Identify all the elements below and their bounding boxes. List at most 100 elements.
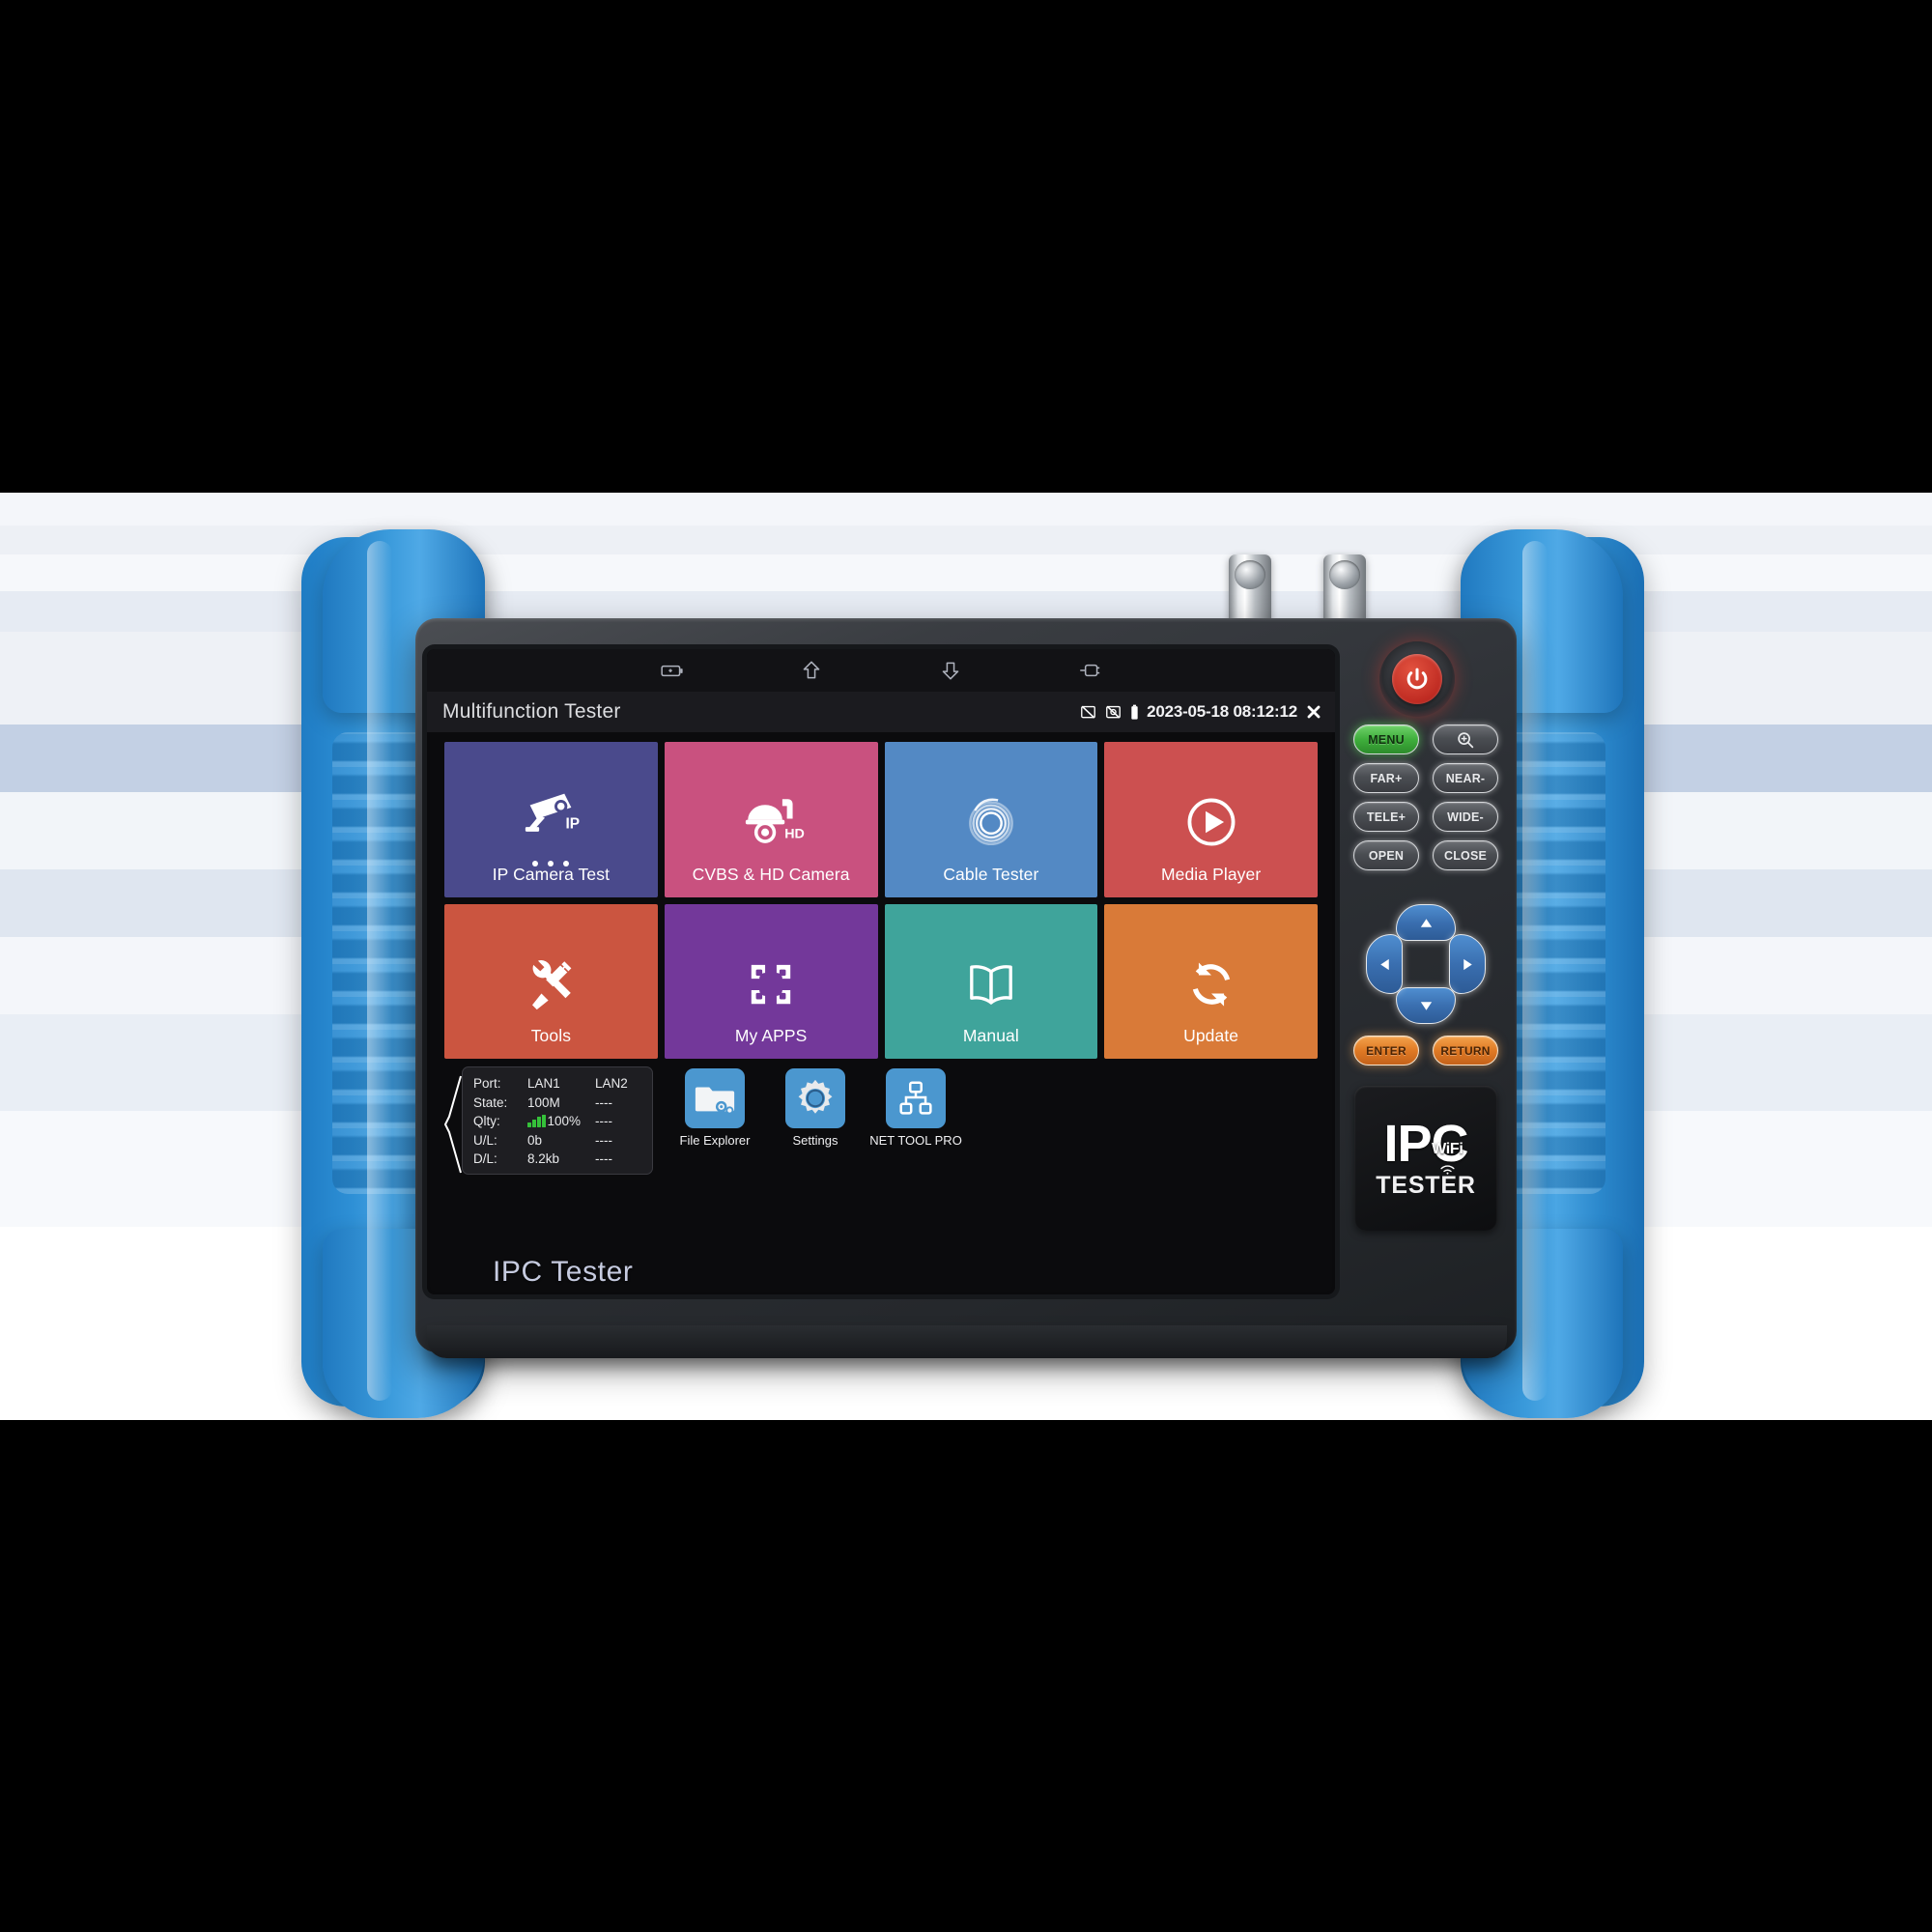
no-screenshot-icon [1104,703,1122,722]
backdrop-band [0,493,1932,526]
lan-row-lan1: 100% [527,1114,595,1128]
dome-camera-hd-icon: HD [734,785,808,859]
brand-logo-plate: IPC WiFi TESTER [1354,1086,1497,1231]
key-enter[interactable]: ENTER [1353,1036,1419,1065]
tile-label: Update [1183,1026,1239,1045]
tile-label: Media Player [1160,864,1262,884]
no-display-icon [1079,703,1097,722]
brace-bracket-icon [444,1074,464,1175]
tile-cable-tester[interactable]: Cable Tester [884,742,1098,897]
app-dock: File Explorer Settings NET TOOL PRO [674,1066,962,1148]
tile-tools[interactable]: Tools [444,903,658,1059]
connector-plug-icon[interactable] [1077,658,1102,683]
lan-row-lan1: 0b [527,1132,543,1148]
lan-row-lan2: ---- [595,1132,612,1148]
logo-tester-label: TESTER [1376,1171,1476,1199]
network-tree-icon [886,1068,946,1128]
key-zoom[interactable] [1433,724,1498,754]
dpad-down-button[interactable] [1396,987,1456,1024]
tile-ip-camera-test[interactable]: IP IP Camera Test [444,742,658,897]
back-down-arrow-icon[interactable] [938,658,963,683]
lan-row: Port: LAN1 LAN2 [473,1074,643,1094]
lan-quality-value: 100% [547,1114,582,1129]
bezel-brand-label: IPC Tester [493,1256,634,1288]
page-title: Multifunction Tester [442,700,621,723]
bnc-connector-2 [1323,554,1366,626]
signal-bars-icon [527,1114,546,1128]
backdrop-band [0,0,1932,493]
lan-row-lan1: 100M [527,1094,560,1110]
app-tile-grid: IP IP Camera Test HD CVBS & HD Camera Ca… [444,742,1318,1059]
lan-row-lan2: ---- [595,1114,612,1129]
folder-gears-icon [685,1068,745,1128]
key-far-plus[interactable]: FAR+ [1353,763,1419,793]
tile-media-player[interactable]: Media Player [1104,742,1318,897]
device-screen: Multifunction Tester 2023-05-18 08:12:12… [427,649,1335,1294]
dock-item-label: NET TOOL PRO [869,1133,962,1148]
key-open[interactable]: OPEN [1353,840,1419,870]
wifi-icon: WiFi [1432,1131,1463,1175]
tile-update[interactable]: Update [1104,903,1318,1059]
dpad-right-button[interactable] [1449,934,1486,994]
key-tele-plus[interactable]: TELE+ [1353,802,1419,832]
lan-status-panel: Port: LAN1 LAN2 State: 100M ---- Qlty: 1 [462,1066,653,1175]
lan-row-key: U/L: [473,1132,497,1148]
device-bottom-lip [427,1325,1507,1358]
zoom-in-icon [1455,729,1476,751]
play-circle-icon [1175,785,1248,859]
coiled-cable-icon [954,785,1028,859]
key-wide-minus[interactable]: WIDE- [1433,802,1498,832]
battery-icon[interactable] [660,658,685,683]
key-near-minus[interactable]: NEAR- [1433,763,1498,793]
key-return[interactable]: RETURN [1433,1036,1498,1065]
close-x-icon[interactable] [1304,702,1323,722]
wrench-screwdriver-icon [514,948,587,1021]
android-nav-bar [427,649,1335,692]
dpad-up-button[interactable] [1396,904,1456,941]
bullet-camera-ip-icon: IP [514,778,587,851]
tile-label: Tools [530,1026,572,1045]
tile-label: Cable Tester [943,864,1039,884]
lan-row-key: Qlty: [473,1114,500,1129]
status-clock: 2023-05-18 08:12:12 [1147,702,1297,721]
logo-ipc-text: IPC WiFi [1383,1118,1469,1175]
open-book-icon [954,948,1028,1021]
tile-label: CVBS & HD Camera [692,864,850,884]
wifi-label: WiFi [1432,1140,1463,1157]
key-close[interactable]: CLOSE [1433,840,1498,870]
tile-label: Manual [962,1026,1019,1045]
screen-bottom-region: Port: LAN1 LAN2 State: 100M ---- Qlty: 1 [444,1066,1318,1184]
tile-label: My APPS [734,1026,808,1045]
dock-item-label: Settings [792,1133,838,1148]
refresh-arrows-icon [1175,948,1248,1021]
backdrop-band [0,526,1932,554]
bnc-connector-1 [1229,554,1271,626]
arrow-up-icon [1418,915,1435,931]
lan-status-widget: Port: LAN1 LAN2 State: 100M ---- Qlty: 1 [444,1066,653,1180]
pinwheel-apps-icon [734,948,808,1021]
svg-text:IP: IP [566,816,581,833]
svg-text:HD: HD [784,827,805,842]
tile-manual[interactable]: Manual [884,903,1098,1059]
lan-row-key: Port: [473,1076,501,1092]
keypad-grid: MENU FAR+ NEAR- TELE+ WIDE- OPEN CLOSE [1352,724,1499,870]
power-icon [1392,654,1442,704]
tile-my-apps[interactable]: My APPS [664,903,878,1059]
key-menu[interactable]: MENU [1353,724,1419,754]
dock-item-net-tool-pro[interactable]: NET TOOL PRO [869,1068,962,1148]
backdrop-band [0,1420,1932,1932]
dock-item-settings[interactable]: Settings [775,1068,856,1148]
lan-row-key: D/L: [473,1151,497,1167]
tile-cvbs-hd-camera[interactable]: HD CVBS & HD Camera [664,742,878,897]
dock-item-label: File Explorer [679,1133,751,1148]
arrow-down-icon [1418,998,1435,1014]
wifi-arc-icon [1439,1131,1456,1175]
dpad-left-button[interactable] [1366,934,1403,994]
dock-item-file-explorer[interactable]: File Explorer [674,1068,755,1148]
title-bar: Multifunction Tester 2023-05-18 08:12:12 [427,692,1335,732]
lan-row: Qlty: 100% ---- [473,1112,643,1131]
power-button[interactable] [1379,641,1455,717]
dpad [1366,904,1486,1024]
lan-row-lan1: LAN1 [527,1076,560,1092]
home-up-arrow-icon[interactable] [799,658,824,683]
